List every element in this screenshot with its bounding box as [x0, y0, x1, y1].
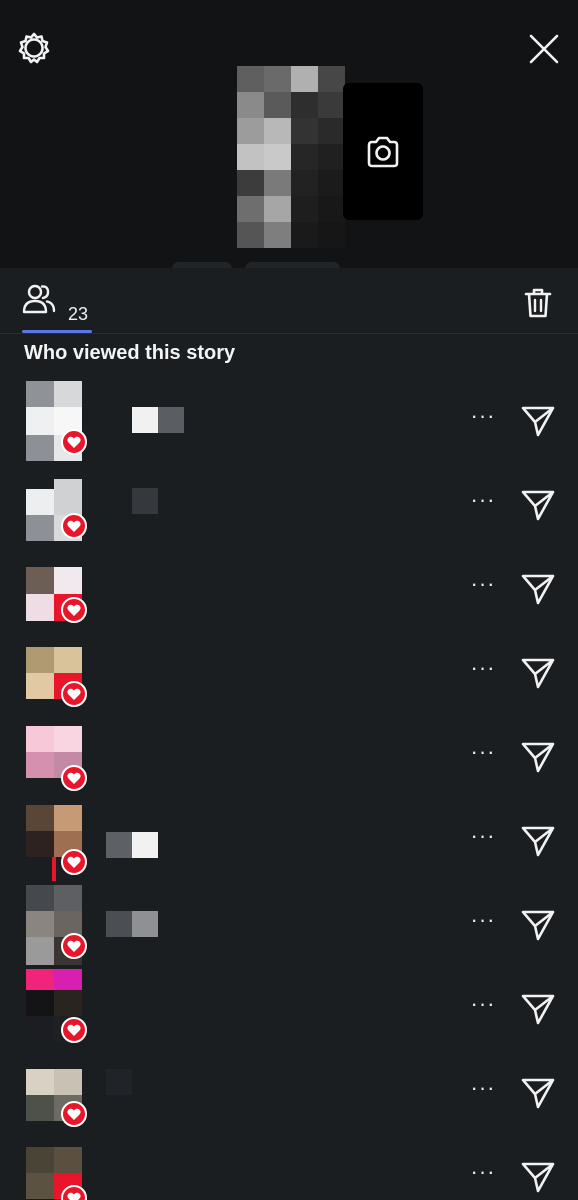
send-icon — [521, 1078, 555, 1109]
heart-icon — [67, 1192, 81, 1200]
heart-icon — [67, 1024, 81, 1036]
tab-viewers[interactable]: 23 — [22, 282, 94, 334]
like-badge — [61, 765, 87, 791]
heart-icon — [67, 940, 81, 952]
send-message-button[interactable] — [520, 991, 556, 1027]
send-message-button[interactable] — [520, 655, 556, 691]
send-message-button[interactable] — [520, 907, 556, 943]
send-message-button[interactable] — [520, 403, 556, 439]
like-badge — [61, 1017, 87, 1043]
viewer-row[interactable]: ··· — [0, 381, 578, 465]
more-options-button[interactable]: ··· — [466, 573, 500, 603]
active-tab-indicator — [22, 330, 92, 333]
more-options-button[interactable]: ··· — [466, 909, 500, 939]
heart-icon — [67, 856, 81, 868]
close-icon — [529, 34, 559, 64]
viewer-row[interactable]: ··· — [0, 801, 578, 885]
more-options-button[interactable]: ··· — [466, 993, 500, 1023]
send-message-button[interactable] — [520, 1159, 556, 1195]
people-icon — [22, 284, 56, 314]
send-message-button[interactable] — [520, 739, 556, 775]
send-message-button[interactable] — [520, 571, 556, 607]
settings-button[interactable] — [14, 28, 54, 68]
like-badge — [61, 429, 87, 455]
send-message-button[interactable] — [520, 823, 556, 859]
heart-icon — [67, 520, 81, 532]
viewer-count: 23 — [68, 304, 89, 324]
more-options-button[interactable]: ··· — [466, 741, 500, 771]
like-badge — [61, 849, 87, 875]
viewer-row[interactable]: ··· — [0, 1053, 578, 1137]
section-title: Who viewed this story — [24, 342, 236, 364]
send-message-button[interactable] — [520, 487, 556, 523]
viewer-row[interactable]: ··· — [0, 969, 578, 1053]
like-badge — [61, 597, 87, 623]
send-icon — [521, 742, 555, 773]
camera-icon — [367, 136, 399, 167]
more-options-button[interactable]: ··· — [466, 825, 500, 855]
add-to-story-button[interactable] — [343, 83, 423, 220]
story-preview-area — [0, 0, 578, 268]
heart-icon — [67, 604, 81, 616]
like-badge — [61, 513, 87, 539]
more-options-button[interactable]: ··· — [466, 405, 500, 435]
gear-icon — [18, 32, 50, 64]
send-icon — [521, 910, 555, 941]
delete-story-button[interactable] — [520, 283, 556, 323]
heart-icon — [67, 772, 81, 784]
viewer-row[interactable]: ··· — [0, 465, 578, 549]
story-tabs: 23 — [0, 268, 578, 334]
like-badge — [61, 681, 87, 707]
send-icon — [521, 1162, 555, 1193]
more-options-button[interactable]: ··· — [466, 1077, 500, 1107]
viewer-row[interactable]: ··· — [0, 717, 578, 801]
like-badge — [61, 1185, 87, 1200]
send-icon — [521, 490, 555, 521]
trash-icon — [524, 288, 552, 318]
more-options-button[interactable]: ··· — [466, 1161, 500, 1191]
viewer-row[interactable]: ··· — [0, 549, 578, 633]
send-icon — [521, 574, 555, 605]
more-options-button[interactable]: ··· — [466, 657, 500, 687]
send-icon — [521, 658, 555, 689]
send-message-button[interactable] — [520, 1075, 556, 1111]
heart-icon — [67, 1108, 81, 1120]
viewer-row[interactable]: ··· — [0, 1137, 578, 1200]
more-options-button[interactable]: ··· — [466, 489, 500, 519]
send-icon — [521, 406, 555, 437]
viewer-row[interactable]: ··· — [0, 633, 578, 717]
story-viewers-screen: 23 Who viewed this story ··· ··· ··· ···… — [0, 0, 578, 1200]
heart-icon — [67, 436, 81, 448]
like-badge — [61, 1101, 87, 1127]
close-button[interactable] — [522, 27, 566, 71]
viewer-row[interactable]: ··· — [0, 885, 578, 969]
send-icon — [521, 994, 555, 1025]
send-icon — [521, 826, 555, 857]
like-badge — [61, 933, 87, 959]
story-thumbnail[interactable] — [237, 66, 345, 248]
heart-icon — [67, 688, 81, 700]
